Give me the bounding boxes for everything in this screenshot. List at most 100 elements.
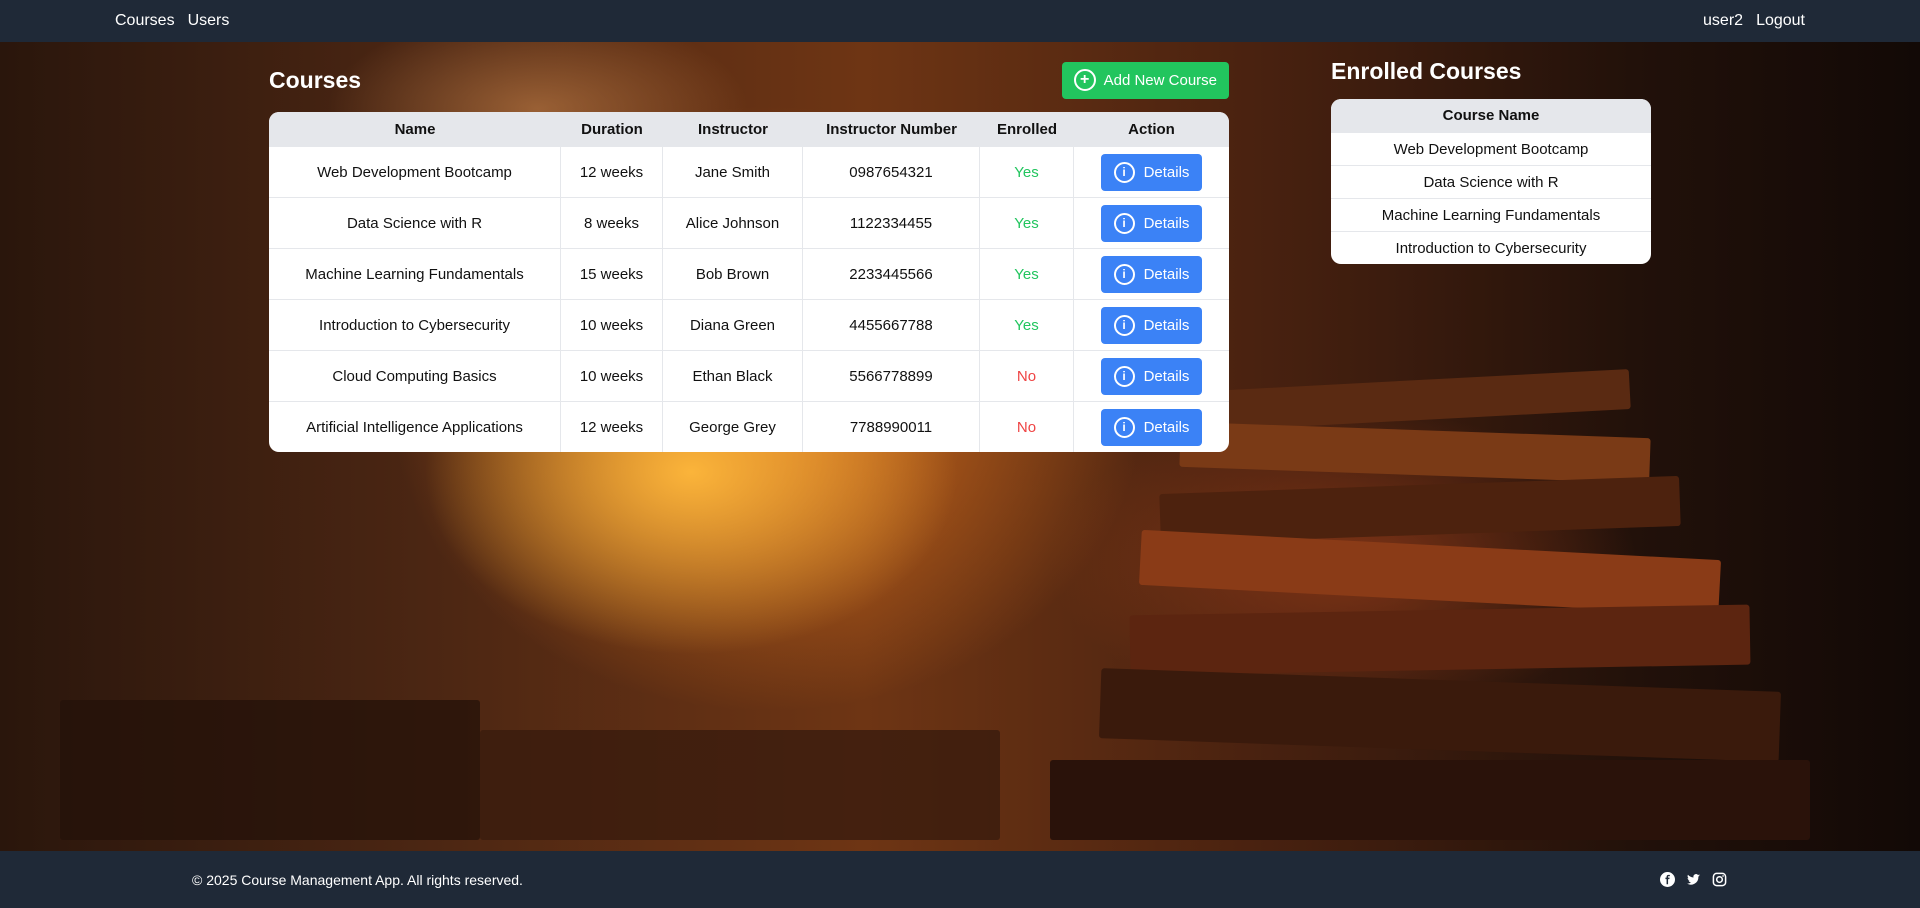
course-action-cell: i Details [1074,146,1229,197]
course-action-cell: i Details [1074,350,1229,401]
enrolled-course-row: Data Science with R [1331,165,1651,198]
course-action-cell: i Details [1074,248,1229,299]
details-button[interactable]: i Details [1101,408,1202,446]
course-instructor-number-cell: 2233445566 [803,248,980,299]
course-instructor-number-cell: 4455667788 [803,299,980,350]
course-row: Machine Learning Fundamentals 15 weeks Bob… [269,248,1229,299]
info-circle-icon: i [1113,212,1135,234]
enrolled-course-row: Web Development Bootcamp [1331,132,1651,165]
course-enrolled-cell: Yes [980,146,1074,197]
course-duration-cell: 12 weeks [561,146,663,197]
plus-circle-icon: + [1073,69,1096,91]
course-action-cell: i Details [1074,299,1229,350]
enrolled-courses-panel: Enrolled Courses Course Name Web Develop… [1331,58,1651,264]
course-action-cell: i Details [1074,401,1229,452]
enrolled-courses-title: Enrolled Courses [1331,58,1522,84]
course-instructor-number-cell: 0987654321 [803,146,980,197]
details-label: Details [1143,163,1190,181]
course-row: Cloud Computing Basics 10 weeks Ethan Blac… [269,350,1229,401]
twitter-icon[interactable] [1686,872,1701,887]
course-name-cell: Web Development Bootcamp [269,146,561,197]
details-label: Details [1143,316,1190,334]
info-circle-icon: i [1113,263,1135,285]
course-instructor-number-cell: 5566778899 [803,350,980,401]
course-instructor-cell: Bob Brown [663,248,803,299]
enrolled-course-name: Introduction to Cybersecurity [1331,231,1651,264]
enrolled-courses-table: Course Name Web Development Bootcamp Data… [1331,99,1651,264]
course-enrolled-cell: Yes [980,299,1074,350]
footer: © 2025 Course Management App. All rights… [0,851,1920,908]
enrolled-table-header: Course Name [1331,99,1651,132]
course-enrolled-cell: Yes [980,197,1074,248]
info-circle-icon: i [1113,416,1135,438]
course-row: Data Science with R8 weeks Alice Johnson 1… [269,197,1229,248]
details-label: Details [1143,214,1190,232]
course-instructor-number-cell: 1122334455 [803,197,980,248]
col-course-name: Course Name [1331,99,1651,132]
add-new-course-label: Add New Course [1103,71,1217,89]
col-action: Action [1074,112,1229,146]
course-instructor-cell: Jane Smith [663,146,803,197]
info-circle-icon: i [1113,314,1135,336]
course-duration-cell: 10 weeks [561,350,663,401]
course-row: Web Development Bootcamp 12 weeks Jane Smi… [269,146,1229,197]
col-instructor-number: Instructor Number [803,112,980,146]
details-button[interactable]: i Details [1101,204,1202,242]
col-instructor: Instructor [663,112,803,146]
course-duration-cell: 12 weeks [561,401,663,452]
nav-courses-link[interactable]: Courses [115,12,175,30]
course-instructor-cell: Ethan Black [663,350,803,401]
course-instructor-cell: Alice Johnson [663,197,803,248]
course-enrolled-cell: No [980,401,1074,452]
col-enrolled: Enrolled [980,112,1074,146]
logout-link[interactable]: Logout [1756,12,1805,30]
enrolled-course-row: Machine Learning Fundamentals [1331,198,1651,231]
course-name-cell: Machine Learning Fundamentals [269,248,561,299]
courses-panel: Courses + Add New Course Name Duration I… [269,61,1229,452]
course-row: Artificial Intelligence Applications 12 w… [269,401,1229,452]
copyright-text: © 2025 Course Management App. All rights… [192,871,523,888]
courses-title: Courses [269,66,362,93]
details-label: Details [1143,367,1190,385]
nav-user-area: user2 Logout [1703,12,1805,30]
info-circle-icon: i [1113,365,1135,387]
courses-header: Courses + Add New Course [269,61,1229,99]
course-instructor-cell: Diana Green [663,299,803,350]
details-button[interactable]: i Details [1101,255,1202,293]
course-duration-cell: 15 weeks [561,248,663,299]
nav-links: Courses Users [115,12,229,30]
course-duration-cell: 10 weeks [561,299,663,350]
course-name-cell: Artificial Intelligence Applications [269,401,561,452]
details-label: Details [1143,265,1190,283]
courses-table: Name Duration Instructor Instructor Numb… [269,112,1229,452]
course-instructor-number-cell: 7788990011 [803,401,980,452]
course-duration-cell: 8 weeks [561,197,663,248]
course-name-cell: Cloud Computing Basics [269,350,561,401]
enrolled-course-name: Data Science with R [1331,165,1651,198]
details-button[interactable]: i Details [1101,306,1202,344]
course-name-cell: Introduction to Cybersecurity [269,299,561,350]
course-enrolled-cell: No [980,350,1074,401]
nav-users-link[interactable]: Users [188,12,230,30]
col-name: Name [269,112,561,146]
nav-username-link[interactable]: user2 [1703,12,1743,30]
course-row: Introduction to Cybersecurity 10 weeks Dia… [269,299,1229,350]
course-instructor-cell: George Grey [663,401,803,452]
col-duration: Duration [561,112,663,146]
details-button[interactable]: i Details [1101,153,1202,191]
enrolled-course-name: Web Development Bootcamp [1331,132,1651,165]
facebook-icon[interactable] [1660,872,1675,887]
course-action-cell: i Details [1074,197,1229,248]
instagram-icon[interactable] [1712,872,1727,887]
details-label: Details [1143,418,1190,436]
info-circle-icon: i [1113,161,1135,183]
social-links [1660,872,1727,887]
details-button[interactable]: i Details [1101,357,1202,395]
courses-table-header: Name Duration Instructor Instructor Numb… [269,112,1229,146]
top-navbar: Courses Users user2 Logout [0,0,1920,42]
enrolled-course-row: Introduction to Cybersecurity [1331,231,1651,264]
add-new-course-button[interactable]: + Add New Course [1061,61,1229,99]
course-name-cell: Data Science with R [269,197,561,248]
enrolled-course-name: Machine Learning Fundamentals [1331,198,1651,231]
course-enrolled-cell: Yes [980,248,1074,299]
